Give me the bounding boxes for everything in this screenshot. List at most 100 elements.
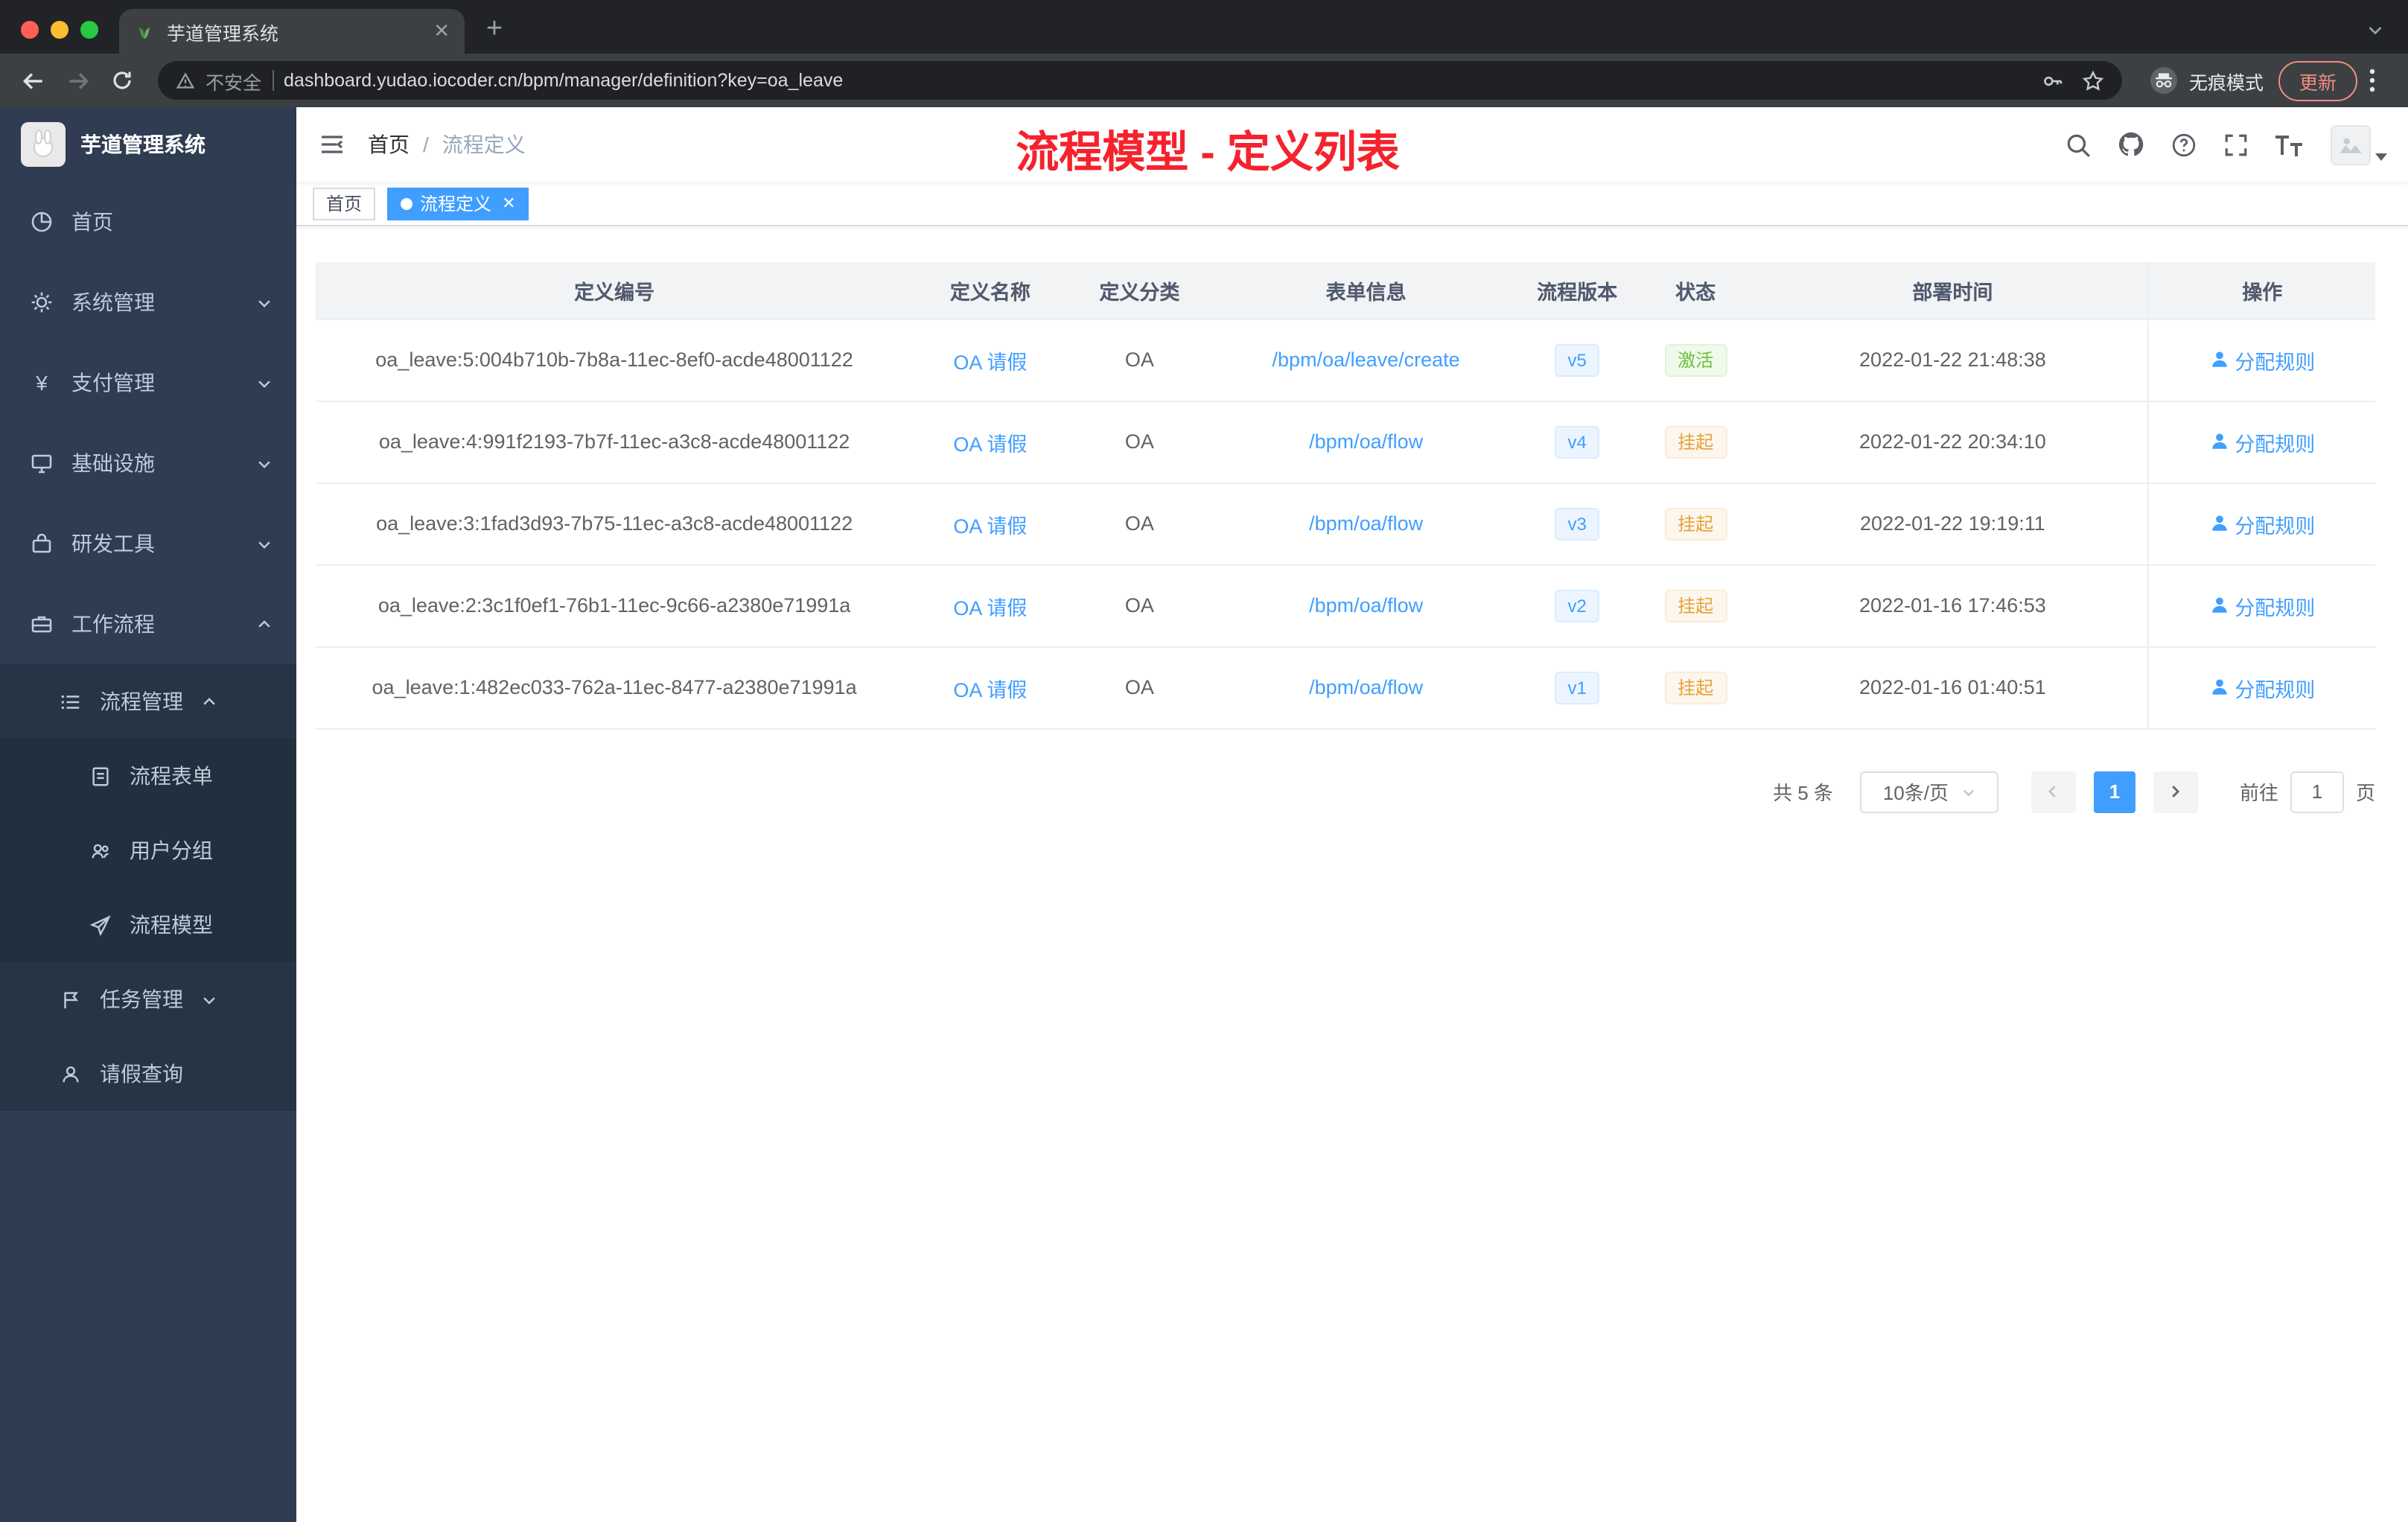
version-badge: v4: [1554, 425, 1600, 458]
window-controls: [21, 21, 98, 39]
list-icon: [61, 694, 80, 709]
form-link[interactable]: /bpm/oa/leave/create: [1273, 348, 1460, 371]
definition-name-link[interactable]: OA 请假: [953, 351, 1027, 373]
browser-toolbar: 不安全 dashboard.yudao.iocoder.cn/bpm/manag…: [0, 54, 2408, 107]
paper-plane-icon: [89, 914, 111, 936]
browser-tab[interactable]: 芋道管理系统 ✕: [119, 9, 465, 54]
tags-view: 首页 流程定义 ✕: [296, 182, 2408, 226]
sidebar-item-process-form[interactable]: 流程表单: [0, 739, 296, 813]
col-form: 表单信息: [1211, 262, 1521, 319]
page-annotation: 流程模型 - 定义列表: [1016, 130, 1400, 177]
assign-rule-link[interactable]: 分配规则: [2209, 590, 2315, 620]
deploy-time: 2022-01-22 19:19:11: [1757, 483, 2149, 565]
active-dot: [401, 197, 413, 209]
sidebar-item-devtools[interactable]: 研发工具: [0, 503, 296, 584]
tab-search-icon[interactable]: [2366, 21, 2384, 39]
close-window-button[interactable]: [21, 21, 39, 39]
form-link[interactable]: /bpm/oa/flow: [1309, 676, 1423, 698]
fullscreen-icon[interactable]: [2223, 132, 2249, 157]
tag-close-icon[interactable]: ✕: [502, 194, 515, 213]
font-size-icon[interactable]: [2275, 133, 2304, 156]
col-id: 定义编号: [316, 262, 914, 319]
definition-name-link[interactable]: OA 请假: [953, 596, 1027, 619]
app-title: 芋道管理系统: [80, 133, 206, 156]
browser-menu-icon[interactable]: [2369, 69, 2396, 92]
sidebar-item-leave-query[interactable]: 请假查询: [0, 1037, 296, 1111]
deploy-time: 2022-01-22 21:48:38: [1757, 319, 2149, 401]
sidebar-item-process-model[interactable]: 流程模型: [0, 888, 296, 962]
form-link[interactable]: /bpm/oa/flow: [1309, 430, 1423, 453]
definition-name-link[interactable]: OA 请假: [953, 678, 1027, 701]
form-link[interactable]: /bpm/oa/flow: [1309, 594, 1423, 617]
zoom-window-button[interactable]: [80, 21, 98, 39]
form-link[interactable]: /bpm/oa/flow: [1309, 512, 1423, 535]
browser-window: 芋道管理系统 ✕ + 不安全 dashboard.yudao.iocoder.c…: [0, 0, 2408, 1522]
search-icon[interactable]: [2065, 132, 2091, 157]
next-page-button[interactable]: [2153, 771, 2198, 812]
sidebar-item-infra[interactable]: 基础设施: [0, 423, 296, 503]
sidebar-item-task-management[interactable]: 任务管理: [0, 962, 296, 1037]
assign-rule-link[interactable]: 分配规则: [2209, 509, 2315, 538]
main-content: 定义编号 定义名称 定义分类 表单信息 流程版本 状态 部署时间 操作 oa_l: [296, 226, 2408, 1522]
pagination: 共 5 条 10条/页 1 前往 页: [316, 771, 2375, 812]
security-label[interactable]: 不安全: [206, 66, 261, 95]
tag-home[interactable]: 首页: [313, 187, 376, 220]
minimize-window-button[interactable]: [51, 21, 69, 39]
assign-rule-link[interactable]: 分配规则: [2209, 345, 2315, 375]
deploy-time: 2022-01-16 17:46:53: [1757, 564, 2149, 647]
app-logo[interactable]: 芋道管理系统: [0, 107, 296, 182]
page-unit-label: 页: [2355, 782, 2375, 804]
sidebar-item-process-management[interactable]: 流程管理: [0, 664, 296, 739]
incognito-badge: 无痕模式: [2149, 66, 2264, 95]
help-icon[interactable]: [2171, 132, 2197, 157]
definition-id: oa_leave:1:482ec033-762a-11ec-8477-a2380…: [316, 646, 914, 729]
user-icon: [2211, 597, 2227, 613]
current-page-button[interactable]: 1: [2093, 771, 2135, 812]
assign-rule-link[interactable]: 分配规则: [2209, 672, 2315, 702]
deploy-time: 2022-01-16 01:40:51: [1757, 646, 2149, 729]
back-button[interactable]: [12, 60, 54, 101]
user-icon: [63, 1066, 79, 1082]
prev-page-button[interactable]: [2030, 771, 2076, 812]
logo-avatar: [21, 122, 66, 167]
chevron-down-icon: [256, 535, 273, 552]
definition-name-link[interactable]: OA 请假: [953, 515, 1027, 537]
table-row: oa_leave:1:482ec033-762a-11ec-8477-a2380…: [316, 646, 2375, 729]
address-bar[interactable]: 不安全 dashboard.yudao.iocoder.cn/bpm/manag…: [158, 61, 2122, 100]
workflow-submenu: 流程管理 流程表单 用户分组 流程模型 任务管理 请假查询: [0, 664, 296, 1111]
tab-close-icon[interactable]: ✕: [433, 19, 450, 43]
collapse-sidebar-icon[interactable]: [296, 107, 368, 182]
definition-name-link[interactable]: OA 请假: [953, 433, 1027, 455]
sidebar-item-user-group[interactable]: 用户分组: [0, 813, 296, 888]
version-badge: v3: [1554, 507, 1600, 540]
document-icon: [92, 766, 109, 786]
reload-button[interactable]: [101, 60, 143, 101]
caret-down-icon: [2375, 153, 2387, 160]
sidebar-item-workflow[interactable]: 工作流程: [0, 584, 296, 664]
url-text[interactable]: dashboard.yudao.iocoder.cn/bpm/manager/d…: [284, 70, 843, 91]
tag-process-definition[interactable]: 流程定义 ✕: [387, 187, 529, 220]
col-name: 定义名称: [913, 262, 1068, 319]
user-menu[interactable]: [2331, 124, 2387, 165]
browser-tabstrip: 芋道管理系统 ✕ +: [0, 0, 2408, 54]
github-icon[interactable]: [2118, 131, 2144, 158]
new-tab-button[interactable]: +: [474, 9, 515, 51]
briefcase-icon: [31, 616, 52, 633]
page-size-select[interactable]: 10条/页: [1859, 771, 1998, 812]
favicon: [139, 27, 150, 39]
sidebar-item-system[interactable]: 系统管理: [0, 262, 296, 343]
forward-button[interactable]: [57, 60, 98, 101]
sidebar-item-payment[interactable]: ¥ 支付管理: [0, 343, 296, 423]
bookmark-star-icon[interactable]: [2082, 69, 2104, 92]
assign-rule-link[interactable]: 分配规则: [2209, 427, 2315, 456]
password-key-icon[interactable]: [2042, 69, 2064, 92]
incognito-icon: [2150, 67, 2177, 94]
status-badge: 挂起: [1664, 671, 1727, 704]
sidebar: 芋道管理系统 首页 系统管理 ¥ 支付管理 基础设施 研发工具 工作流程 流程管…: [0, 107, 296, 1522]
chrome-update-button[interactable]: 更新: [2278, 60, 2357, 101]
user-icon: [2211, 515, 2227, 531]
breadcrumb-home[interactable]: 首页: [368, 130, 410, 159]
goto-page-input[interactable]: [2290, 771, 2344, 812]
sidebar-item-home[interactable]: 首页: [0, 182, 296, 262]
col-version: 流程版本: [1520, 262, 1634, 319]
